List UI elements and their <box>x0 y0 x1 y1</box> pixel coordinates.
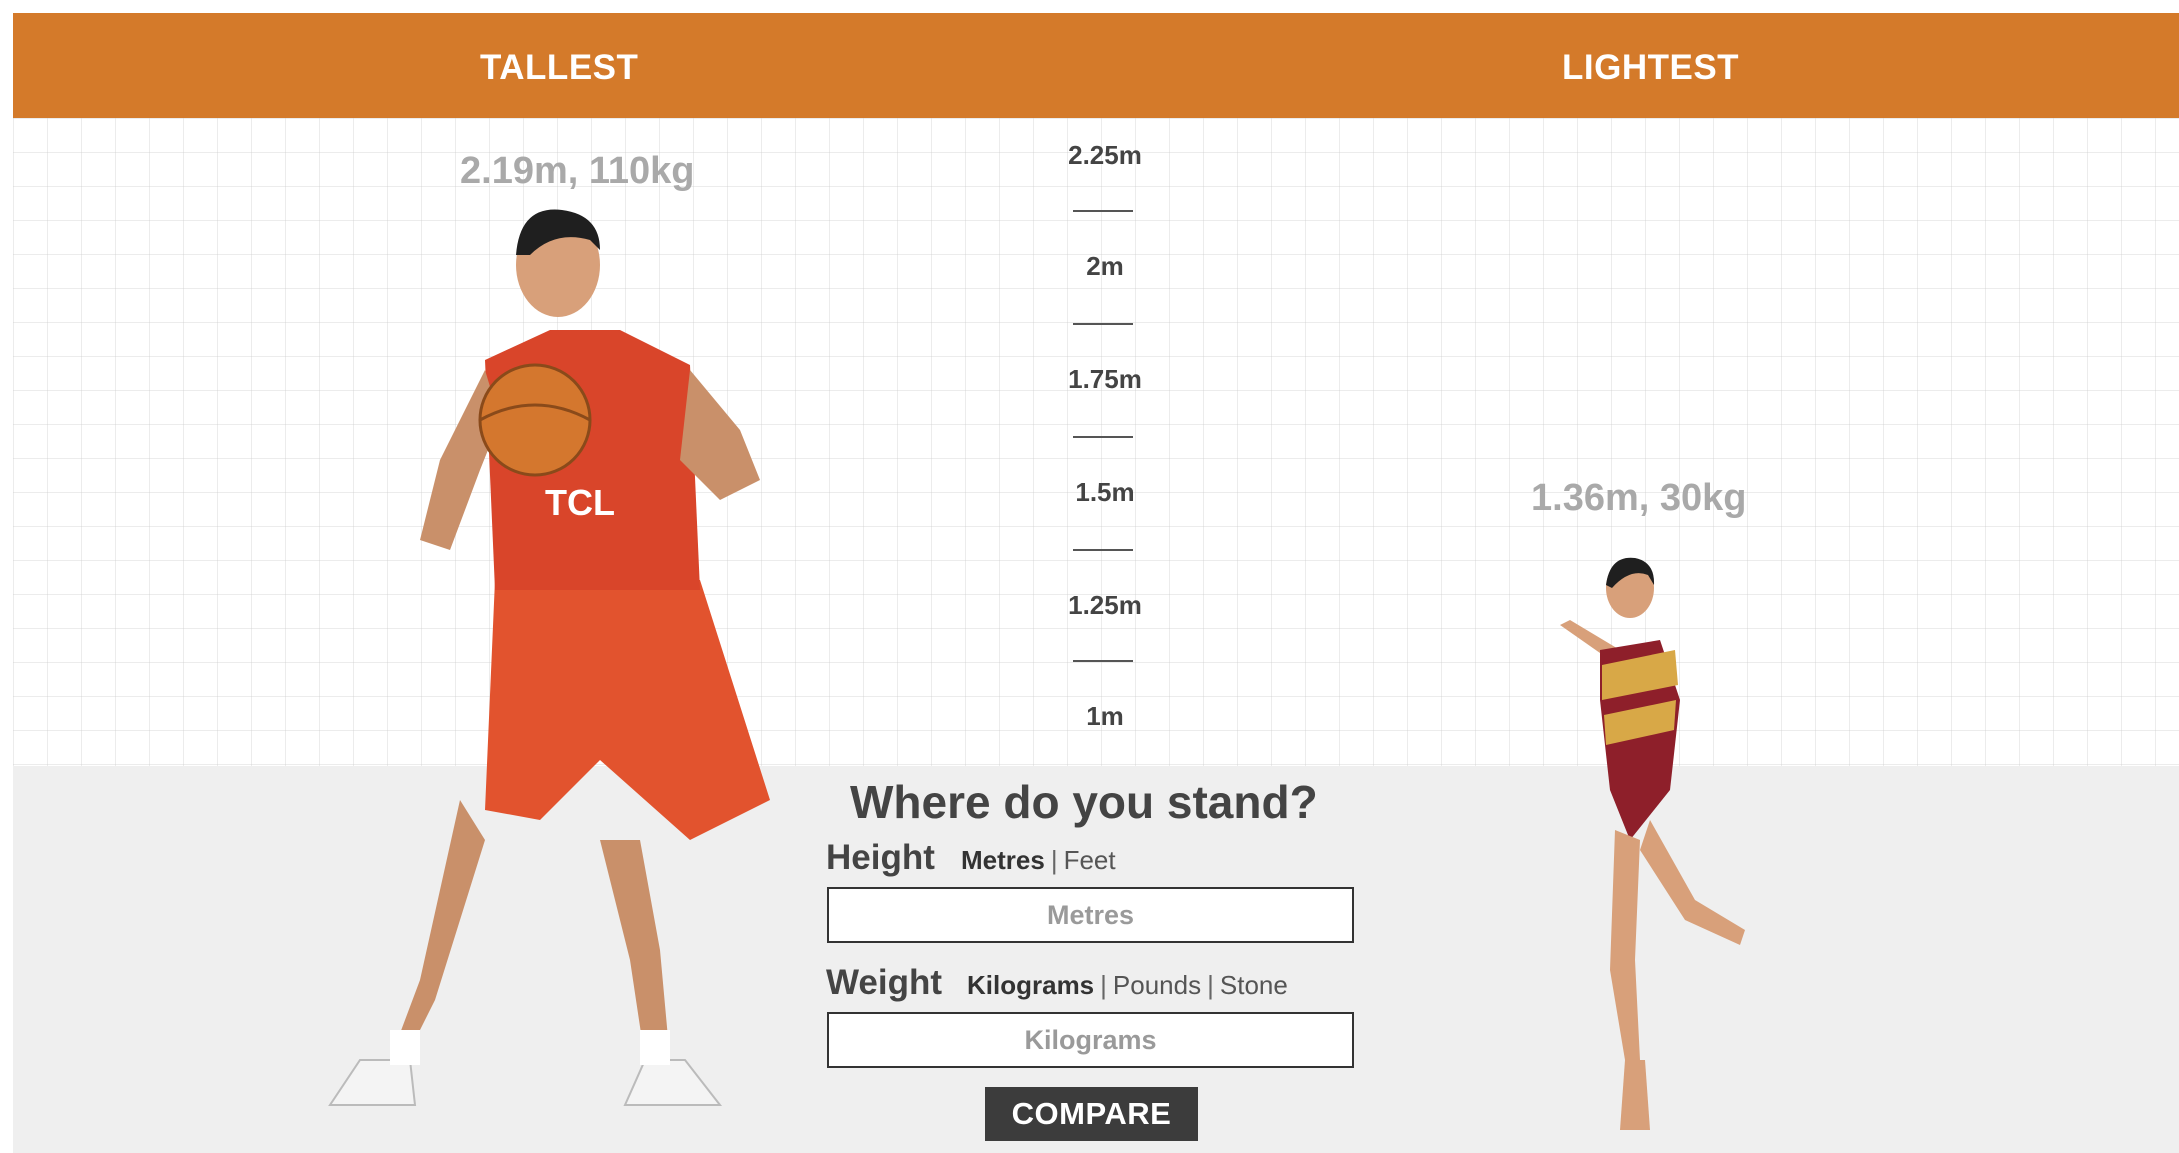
height-weight-comparison-page: TALLEST LIGHTEST 2.19m, 110kg 1.36m, 30k… <box>0 0 2179 1153</box>
scale-tick <box>1073 436 1133 438</box>
scale-tick <box>1073 210 1133 212</box>
scale-tick <box>1073 323 1133 325</box>
scale-label: 1.5m <box>1075 477 1135 507</box>
scale-label: 1.25m <box>1068 590 1142 620</box>
weight-unit-stone[interactable]: Stone <box>1220 970 1288 1000</box>
form-title: Where do you stand? <box>850 776 1318 828</box>
scale-tick <box>1073 549 1133 551</box>
weight-unit-selector: Kilograms | Pounds | Stone <box>967 970 1288 1001</box>
compare-button[interactable]: COMPARE <box>985 1087 1198 1141</box>
height-unit-metres[interactable]: Metres <box>961 845 1045 875</box>
scale-label: 1m <box>1086 701 1124 731</box>
height-label: Height <box>826 838 935 877</box>
lightest-stats: 1.36m, 30kg <box>1531 477 1747 519</box>
weight-unit-kilograms[interactable]: Kilograms <box>967 970 1094 1000</box>
unit-separator: | <box>1050 845 1058 875</box>
svg-text:TCL: TCL <box>545 482 615 523</box>
scale-label: 2m <box>1086 251 1124 281</box>
scale-label: 1.75m <box>1068 364 1142 394</box>
height-unit-feet[interactable]: Feet <box>1064 845 1116 875</box>
height-input[interactable] <box>827 887 1354 943</box>
height-unit-selector: Metres | Feet <box>961 845 1116 876</box>
tallest-stats: 2.19m, 110kg <box>460 150 695 192</box>
header-bar: TALLEST LIGHTEST <box>13 13 2179 118</box>
weight-unit-pounds[interactable]: Pounds <box>1113 970 1201 1000</box>
basketball-player-figure: TCL <box>328 209 770 1106</box>
scale-tick <box>1073 660 1133 662</box>
weight-label: Weight <box>826 963 943 1002</box>
lightest-heading: LIGHTEST <box>1562 48 1740 87</box>
unit-separator: | <box>1100 970 1107 1000</box>
gymnast-figure <box>1560 557 1745 1130</box>
unit-separator: | <box>1207 970 1214 1000</box>
scale-label: 2.25m <box>1068 140 1142 170</box>
tallest-heading: TALLEST <box>480 48 639 87</box>
weight-input[interactable] <box>827 1012 1354 1068</box>
